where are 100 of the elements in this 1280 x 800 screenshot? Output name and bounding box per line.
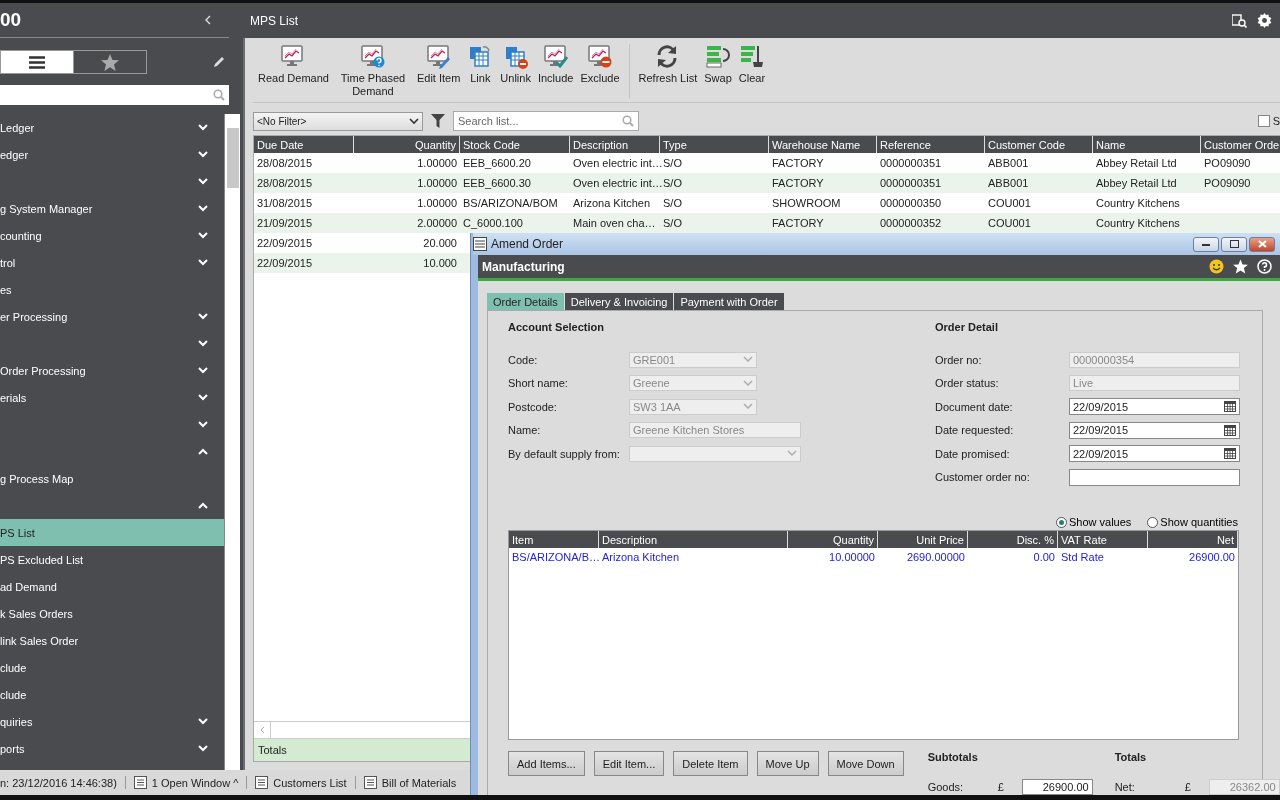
taskbar-item[interactable]: 1 Open Window ^ bbox=[124, 776, 247, 789]
action-button[interactable]: Delete Item bbox=[673, 751, 748, 776]
sidebar-group[interactable]: erials bbox=[0, 384, 224, 411]
search-list-icon[interactable] bbox=[1232, 13, 1247, 28]
chevron-up-icon[interactable] bbox=[198, 448, 208, 455]
action-button[interactable]: Move Down bbox=[827, 751, 904, 776]
chevron-down-icon[interactable] bbox=[198, 718, 208, 725]
radio-option[interactable]: Show values bbox=[1055, 516, 1132, 528]
column-header[interactable]: Warehouse Name bbox=[769, 136, 877, 153]
sidebar-item[interactable]: PS Excluded List bbox=[0, 546, 224, 573]
sidebar-group[interactable]: quiries bbox=[0, 708, 224, 735]
column-header[interactable]: VAT Rate bbox=[1058, 531, 1148, 548]
chevron-down-icon[interactable] bbox=[198, 313, 208, 320]
filter-icon[interactable] bbox=[431, 114, 445, 128]
column-header[interactable]: Name bbox=[1093, 136, 1201, 153]
scrollbar[interactable] bbox=[224, 114, 240, 770]
column-header[interactable]: Quantity bbox=[788, 531, 878, 548]
sidebar-group[interactable]: edger bbox=[0, 141, 224, 168]
search-field[interactable]: Search list... bbox=[453, 111, 639, 131]
toolbar-button[interactable]: Read Demand bbox=[255, 44, 332, 98]
date-field[interactable]: 22/09/2015 bbox=[1069, 421, 1240, 439]
column-header[interactable]: Customer Orde bbox=[1201, 136, 1280, 153]
column-header[interactable]: Disc. % bbox=[968, 531, 1058, 548]
sidebar-item[interactable]: PS List bbox=[0, 519, 224, 546]
taskbar-item[interactable]: Customers List bbox=[246, 776, 355, 789]
sidebar-item[interactable]: clude bbox=[0, 681, 224, 708]
sidebar-group[interactable]: counting bbox=[0, 222, 224, 249]
toolbar-button[interactable]: Include bbox=[534, 44, 577, 98]
chevron-down-icon[interactable] bbox=[198, 178, 208, 185]
chevron-down-icon[interactable] bbox=[198, 367, 208, 374]
sidebar-item[interactable]: k Sales Orders bbox=[0, 600, 224, 627]
date-field[interactable]: 22/09/2015 bbox=[1069, 445, 1240, 463]
column-header[interactable]: Quantity bbox=[354, 136, 460, 153]
sidebar-item[interactable]: ad Demand bbox=[0, 573, 224, 600]
chevron-down-icon[interactable] bbox=[198, 259, 208, 266]
close-button[interactable] bbox=[1249, 236, 1275, 252]
toolbar-button[interactable]: Edit Item bbox=[413, 44, 464, 98]
chevron-down-icon[interactable] bbox=[198, 421, 208, 428]
calendar-icon[interactable] bbox=[1224, 424, 1236, 436]
chevron-down-icon[interactable] bbox=[198, 745, 208, 752]
sidebar-item[interactable]: g Process Map bbox=[0, 465, 224, 492]
sidebar-group[interactable]: Order Processing bbox=[0, 357, 224, 384]
action-button[interactable]: Add Items... bbox=[508, 751, 585, 776]
menu-toggle[interactable] bbox=[0, 51, 73, 73]
calendar-icon[interactable] bbox=[1224, 401, 1236, 413]
sidebar-item[interactable]: clude bbox=[0, 654, 224, 681]
amount-field[interactable]: 26900.00 bbox=[1021, 779, 1093, 795]
chevron-down-icon[interactable] bbox=[198, 232, 208, 239]
column-header[interactable]: Type bbox=[660, 136, 769, 153]
sidebar-group[interactable]: g System Manager bbox=[0, 195, 224, 222]
filter-dropdown[interactable]: <No Filter> bbox=[253, 111, 423, 131]
sidebar-item[interactable]: link Sales Order bbox=[0, 627, 224, 654]
toolbar-button[interactable]: Link bbox=[464, 44, 497, 98]
column-header[interactable]: Customer Code bbox=[985, 136, 1093, 153]
search-field[interactable] bbox=[0, 85, 229, 105]
dropdown-field[interactable] bbox=[629, 445, 801, 462]
toolbar-button[interactable]: Swap bbox=[701, 44, 735, 98]
column-header[interactable]: Description bbox=[599, 531, 788, 548]
chevron-down-icon[interactable] bbox=[198, 340, 208, 347]
radio-option[interactable]: Show quantities bbox=[1147, 516, 1238, 528]
sidebar-group[interactable]: trol bbox=[0, 249, 224, 276]
pencil-icon[interactable] bbox=[213, 56, 225, 68]
chevron-up-icon[interactable] bbox=[198, 502, 208, 509]
star-icon[interactable] bbox=[1233, 259, 1248, 274]
chevron-down-icon[interactable] bbox=[198, 124, 208, 131]
toolbar-button[interactable]: Refresh List bbox=[635, 44, 701, 98]
sidebar-group[interactable]: ports bbox=[0, 735, 224, 762]
sidebar-group[interactable]: Ledger bbox=[0, 114, 224, 141]
chevron-down-icon[interactable] bbox=[198, 151, 208, 158]
action-button[interactable]: Move Up bbox=[756, 751, 819, 776]
toolbar-button[interactable]: Clear bbox=[735, 44, 769, 98]
tab[interactable]: Order Details bbox=[487, 293, 564, 310]
minimize-button[interactable] bbox=[1193, 236, 1219, 252]
column-header[interactable]: Stock Code bbox=[460, 136, 570, 153]
column-header[interactable]: Net bbox=[1148, 531, 1238, 548]
smiley-icon[interactable] bbox=[1209, 259, 1224, 274]
date-field[interactable]: 22/09/2015 bbox=[1069, 398, 1240, 416]
sidebar-group[interactable]: er Processing bbox=[0, 303, 224, 330]
collapse-icon[interactable] bbox=[205, 15, 211, 25]
chevron-down-icon[interactable] bbox=[198, 205, 208, 212]
sidebar-item[interactable]: es bbox=[0, 276, 224, 303]
column-header[interactable]: Due Date bbox=[254, 136, 354, 153]
taskbar-item[interactable]: Bill of Materials bbox=[354, 776, 465, 789]
toolbar-button[interactable]: Unlink bbox=[497, 44, 534, 98]
toolbar-button[interactable]: Exclude bbox=[577, 44, 623, 98]
settings-icon[interactable] bbox=[1257, 13, 1272, 28]
input-field[interactable] bbox=[1069, 468, 1240, 486]
column-header[interactable]: Reference bbox=[877, 136, 985, 153]
tab[interactable]: Delivery & Invoicing bbox=[564, 293, 674, 310]
checkbox[interactable] bbox=[1257, 115, 1270, 127]
chevron-down-icon[interactable] bbox=[198, 394, 208, 401]
column-header[interactable]: Item bbox=[509, 531, 599, 548]
tab[interactable]: Payment with Order bbox=[674, 293, 784, 310]
column-header[interactable]: Description bbox=[570, 136, 660, 153]
column-header[interactable]: Unit Price bbox=[878, 531, 968, 548]
toolbar-button[interactable]: Time Phased Demand bbox=[332, 44, 413, 98]
calendar-icon[interactable] bbox=[1224, 448, 1236, 460]
maximize-button[interactable] bbox=[1221, 236, 1247, 252]
action-button[interactable]: Edit Item... bbox=[593, 751, 665, 776]
help-icon[interactable] bbox=[1257, 259, 1272, 274]
